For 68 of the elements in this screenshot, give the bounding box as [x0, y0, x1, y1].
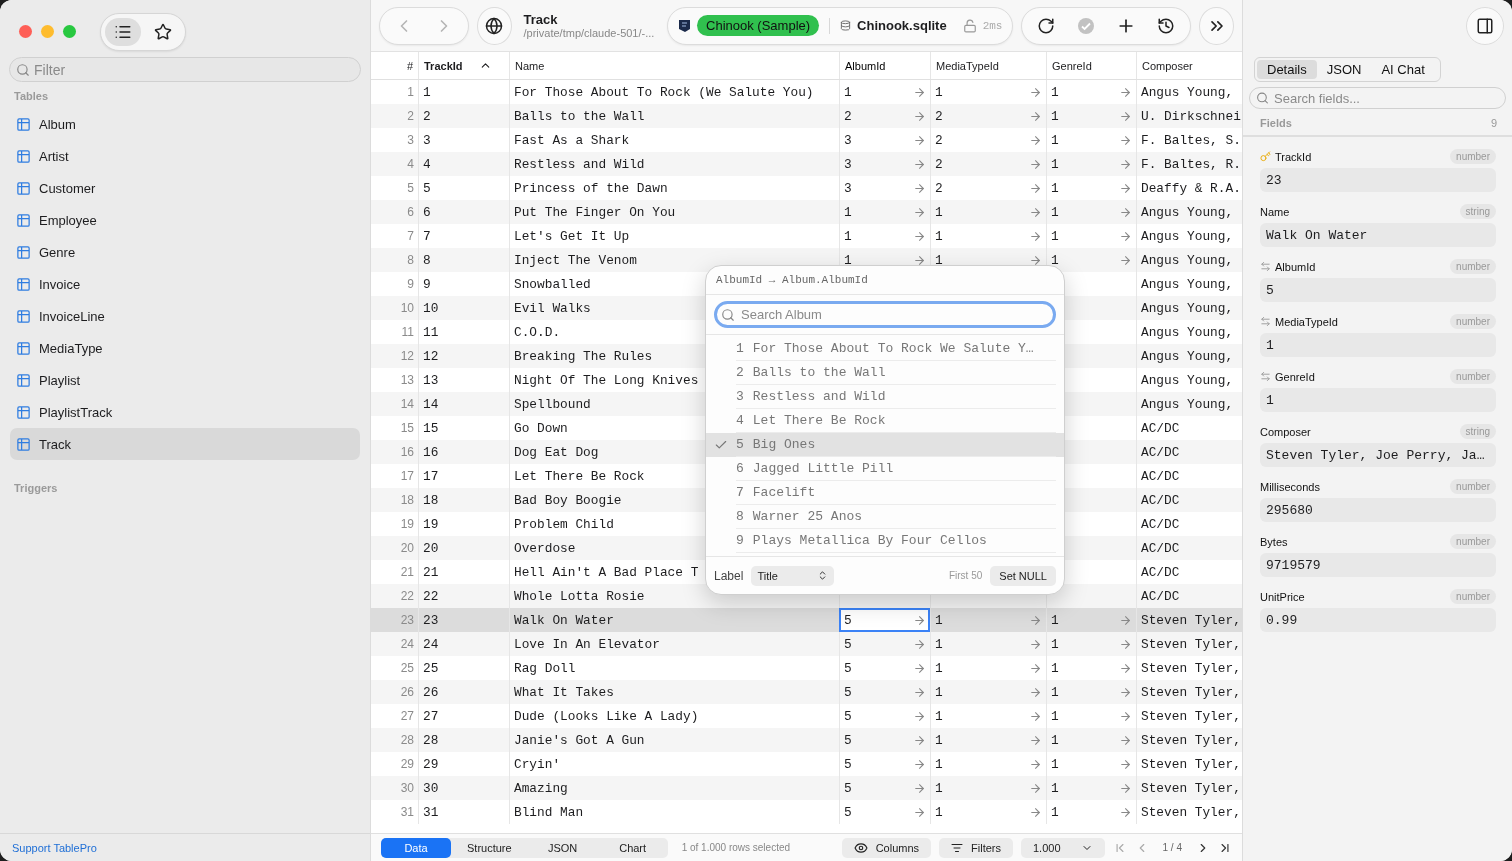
type-label: string [1459, 424, 1496, 439]
row-number: 10 [399, 300, 415, 317]
row-number: 14 [399, 396, 415, 413]
section-title: Triggers [13, 481, 59, 496]
table-cell: 31 [418, 800, 509, 824]
row-number: 20 [399, 540, 415, 557]
field-name: MediaTypeId [1275, 315, 1338, 328]
row-number: 3 [406, 132, 415, 149]
popover-title: AlbumId → Album.AlbumId [706, 266, 1064, 295]
type-label: number [1450, 534, 1496, 549]
selection-status: 1 of 1.000 rows selected [681, 842, 791, 853]
row-number: 15 [399, 420, 415, 437]
row-number: 28 [399, 732, 415, 749]
label-caption: Label [714, 568, 744, 583]
type-label: number [1450, 479, 1496, 494]
row-number: 24 [399, 636, 415, 653]
type-label: string [1459, 204, 1496, 219]
file-path: /private/tmp/claude-501/-... [523, 27, 656, 39]
type-label: number [1450, 589, 1496, 604]
row-number: 5 [406, 180, 415, 197]
row-number: 27 [399, 708, 415, 725]
row-number: 4 [406, 156, 415, 173]
row-number: 21 [399, 564, 415, 581]
field-name: GenreId [1275, 370, 1315, 383]
row-number: 30 [399, 780, 415, 797]
field-name: Milliseconds [1260, 480, 1320, 493]
field-name: AlbumId [1275, 260, 1316, 273]
row-number: 7 [406, 228, 415, 245]
type-label: number [1450, 259, 1496, 274]
limit-note: First 50 [948, 570, 983, 581]
fields-count: 9 [1490, 117, 1497, 129]
type-label: number [1450, 369, 1496, 384]
field-name: Bytes [1260, 535, 1288, 548]
table-cell: Blind Man [509, 800, 839, 824]
type-label: number [1450, 314, 1496, 329]
row-number: 23 [399, 612, 415, 629]
row-number: 6 [406, 204, 415, 221]
row-number: 11 [400, 324, 415, 341]
type-label: number [1450, 149, 1496, 164]
fields-title: Fields [1260, 117, 1292, 129]
row-number: 29 [399, 756, 415, 773]
table-title: Track [523, 12, 559, 27]
field-name: Name [1260, 205, 1290, 218]
row-number: 31 [399, 804, 415, 821]
table-cell: 5 [839, 800, 930, 824]
page-indicator: 1 / 4 [1162, 842, 1182, 853]
row-number: 8 [406, 252, 415, 269]
row-number: 9 [406, 276, 415, 293]
field-name: UnitPrice [1260, 590, 1305, 603]
row-number: 18 [399, 492, 415, 509]
row-number: 17 [399, 468, 415, 485]
row-number: 22 [399, 588, 415, 605]
table-cell: 1 [930, 800, 1046, 824]
row-number: 16 [399, 444, 415, 461]
field-name: Composer [1260, 425, 1311, 438]
row-number: 19 [399, 516, 415, 533]
database-name: Chinook.sqlite [857, 18, 947, 33]
table-cell: 1 [1046, 800, 1136, 824]
latency: 2ms [982, 19, 1003, 32]
row-number: 1 [406, 84, 415, 101]
row-number: 2 [406, 108, 415, 125]
section-title: Tables [13, 89, 50, 104]
row-number: 25 [399, 660, 415, 677]
row-number: 26 [399, 684, 415, 701]
row-number: 13 [399, 372, 415, 389]
field-name: TrackId [1275, 150, 1312, 163]
row-number: 12 [399, 348, 415, 365]
table-cell: 5 [839, 608, 930, 632]
